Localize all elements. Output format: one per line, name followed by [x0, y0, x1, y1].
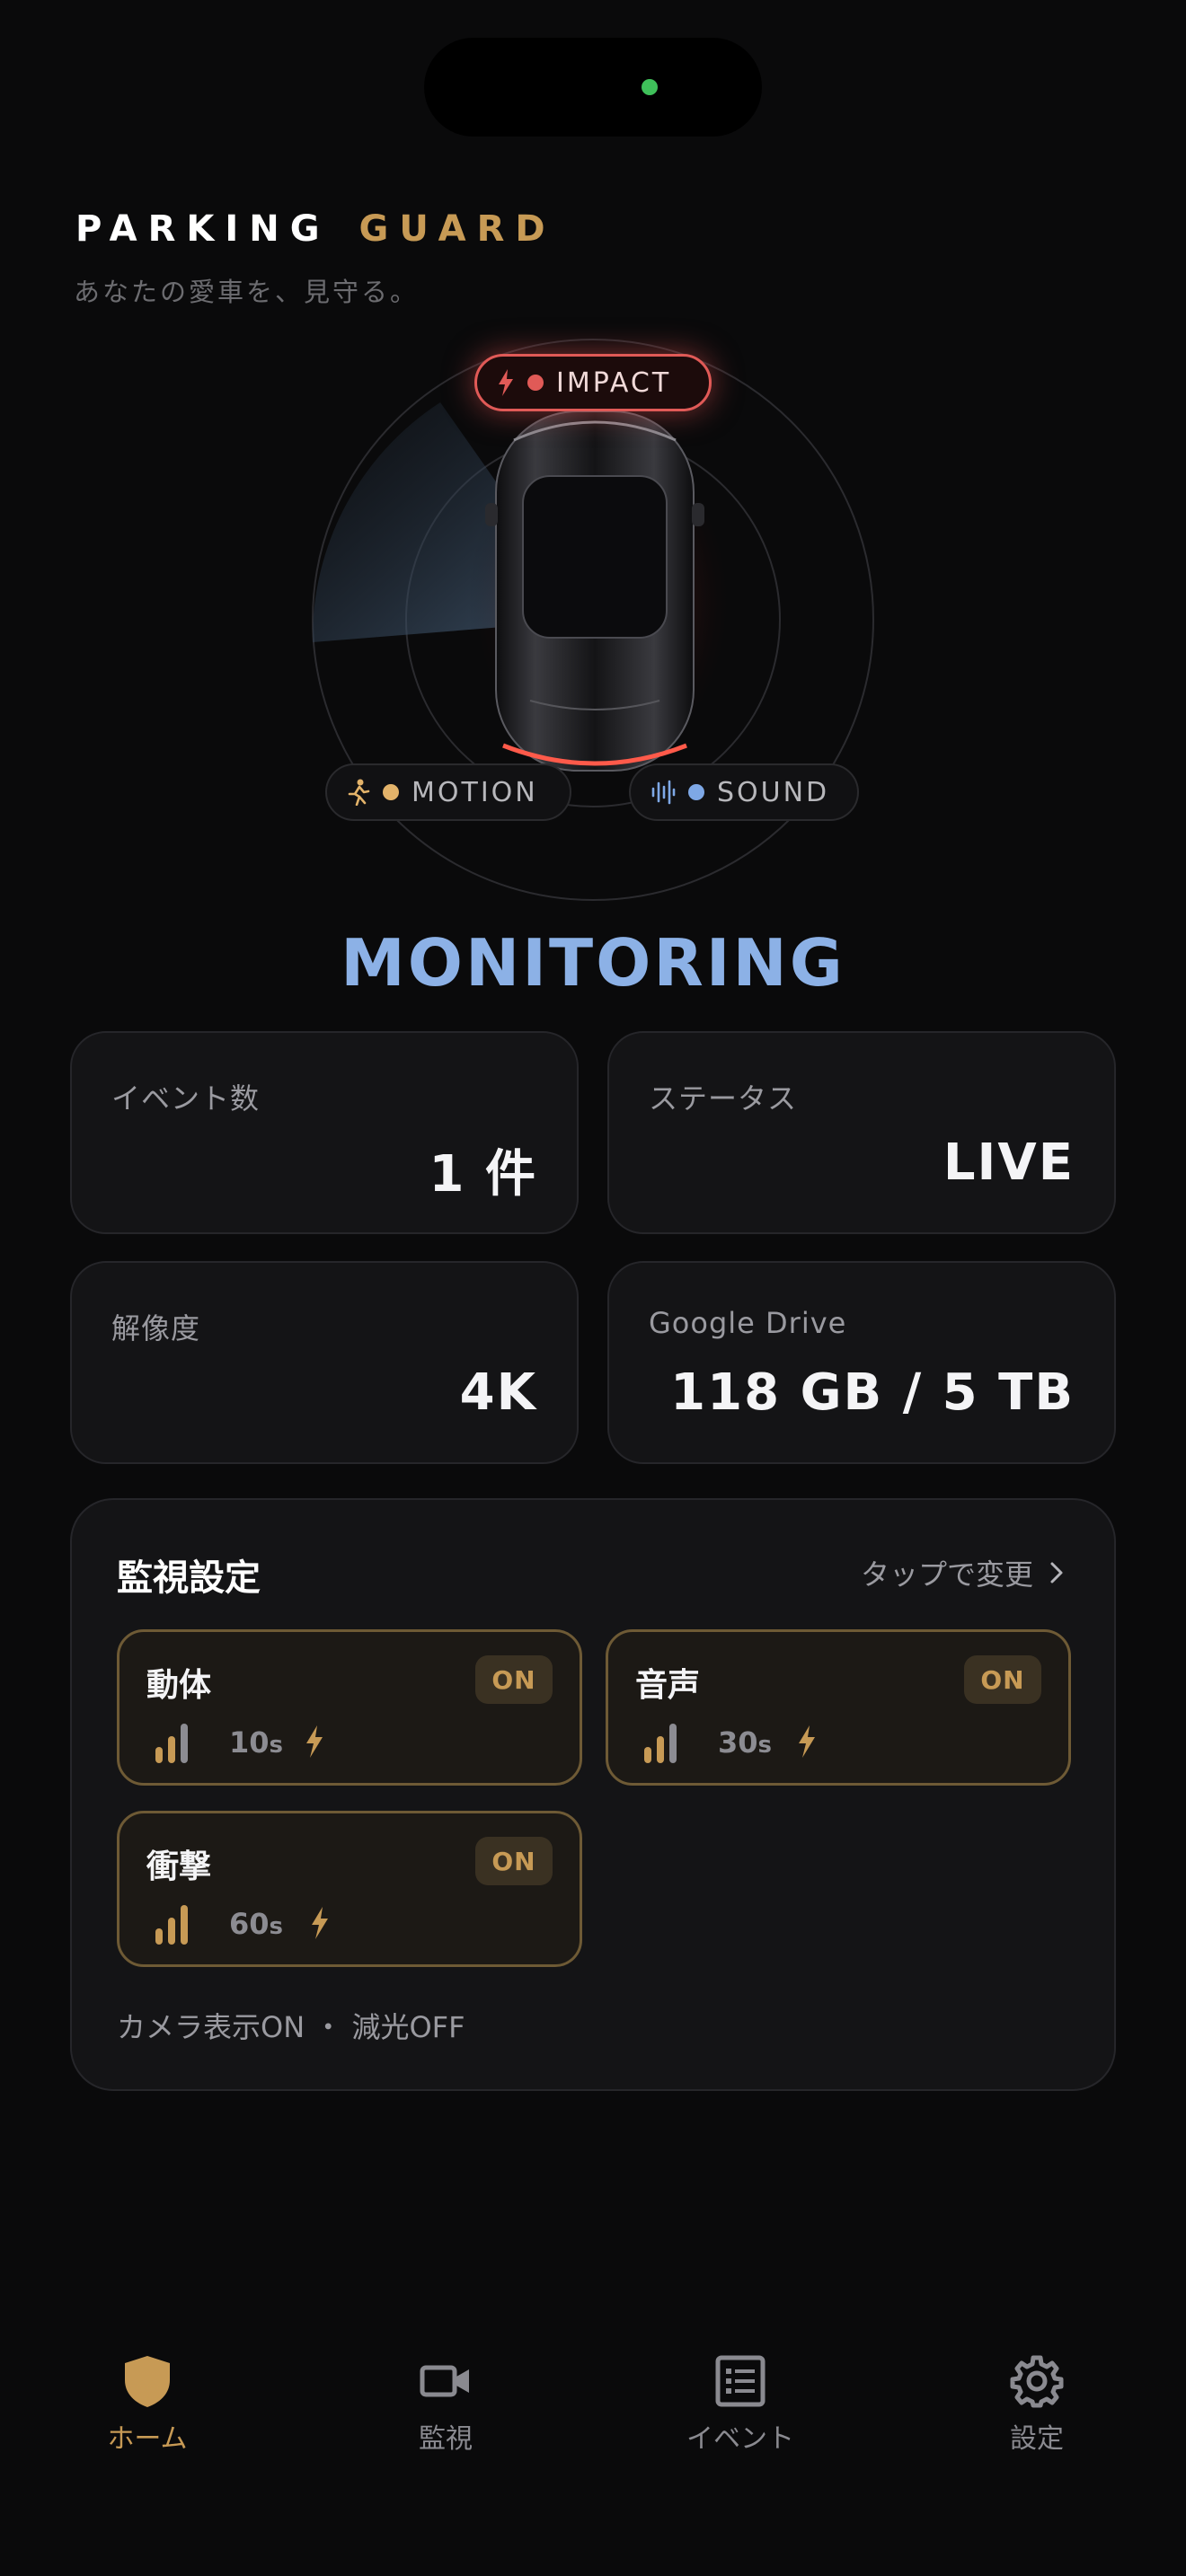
stat-label: イベント数 [111, 1081, 261, 1116]
stat-card-storage: Google Drive 118 GB / 5 TB [607, 1261, 1116, 1464]
stat-card-resolution: 解像度 4K [70, 1261, 579, 1464]
stat-value: 1 件 [429, 1145, 537, 1204]
tab-label: イベント [686, 2423, 794, 2455]
chevron-right-icon [1050, 1562, 1063, 1584]
tab-monitor[interactable]: 監視 [347, 2353, 544, 2456]
setting-tile-motion[interactable]: 動体 ON 10s [117, 1629, 582, 1786]
duration-number: 10 [229, 1725, 270, 1760]
lightning-icon [312, 1907, 328, 1939]
setting-tile-impact[interactable]: 衝撃 ON 60s [117, 1811, 582, 1967]
tab-label: 設定 [1010, 2423, 1064, 2455]
gear-icon [1010, 2355, 1064, 2408]
app-title-word2: GUARD [358, 208, 556, 250]
impact-label: IMPACT [556, 366, 672, 399]
duration-number: 30 [718, 1725, 758, 1760]
duration-unit: s [757, 1732, 773, 1759]
motion-dot [383, 784, 399, 800]
panel-title: 監視設定 [117, 1557, 261, 1599]
sensitivity-bars-icon [155, 1905, 188, 1945]
tab-label: ホーム [107, 2423, 188, 2455]
duration-value: 30s [718, 1725, 772, 1760]
tagline: あなたの愛車を、見守る。 [74, 277, 420, 307]
stat-label: Google Drive [649, 1306, 847, 1340]
change-settings-label: タップで変更 [860, 1557, 1033, 1592]
lightning-icon [799, 1725, 815, 1758]
sensitivity-bars-icon [644, 1724, 677, 1763]
sensitivity-bars-icon [155, 1724, 188, 1763]
status-badge: ON [475, 1837, 553, 1885]
car-icon [485, 410, 704, 772]
stat-card-status: ステータス LIVE [607, 1031, 1116, 1234]
lightning-icon [499, 369, 513, 396]
display-settings-summary: カメラ表示ON ・ 減光OFF [117, 2010, 465, 2044]
impact-indicator: IMPACT [474, 354, 712, 411]
duration-number: 60 [229, 1907, 270, 1941]
duration-value: 60s [229, 1907, 283, 1941]
list-icon [715, 2355, 766, 2407]
tile-name: 音声 [635, 1667, 701, 1704]
stat-card-events: イベント数 1 件 [70, 1031, 579, 1234]
tab-home[interactable]: ホーム [49, 2353, 246, 2456]
lightning-icon [306, 1725, 323, 1758]
video-camera-icon [420, 2365, 469, 2397]
monitoring-status: MONITORING [341, 925, 845, 1001]
tab-settings[interactable]: 設定 [938, 2353, 1136, 2456]
duration-value: 10s [229, 1725, 283, 1760]
motion-label: MOTION [412, 776, 538, 808]
sound-label: SOUND [717, 776, 830, 808]
sound-wave-icon [651, 780, 676, 805]
status-badge: ON [475, 1655, 553, 1704]
monitoring-settings-panel[interactable]: 監視設定 タップで変更 動体 ON 10s 音声 ON 30s 衝撃 ON 60… [70, 1498, 1116, 2091]
change-settings-link[interactable]: タップで変更 [861, 1552, 1064, 1593]
app-title-word1: PARKING [75, 208, 331, 250]
tile-name: 動体 [146, 1667, 212, 1704]
stat-value: 118 GB / 5 TB [670, 1363, 1075, 1422]
stat-value: 4K [459, 1363, 537, 1422]
stat-label: 解像度 [111, 1311, 201, 1345]
tab-events[interactable]: イベント [642, 2353, 839, 2456]
camera-indicator-dot [642, 79, 658, 95]
status-badge: ON [964, 1655, 1041, 1704]
stat-value: LIVE [943, 1134, 1075, 1192]
shield-icon [125, 2356, 170, 2407]
motion-indicator: MOTION [325, 763, 571, 821]
radar-visual [312, 339, 874, 901]
duration-unit: s [269, 1732, 284, 1759]
impact-dot [527, 375, 544, 391]
dynamic-island [424, 38, 762, 137]
setting-tile-sound[interactable]: 音声 ON 30s [606, 1629, 1071, 1786]
running-person-icon [348, 779, 370, 806]
duration-unit: s [269, 1913, 284, 1940]
tile-name: 衝撃 [146, 1848, 212, 1885]
sound-indicator: SOUND [629, 763, 859, 821]
stat-label: ステータス [649, 1081, 798, 1116]
sound-dot [688, 784, 704, 800]
tab-label: 監視 [419, 2423, 473, 2455]
app-title: PARKING GUARD [75, 208, 556, 250]
